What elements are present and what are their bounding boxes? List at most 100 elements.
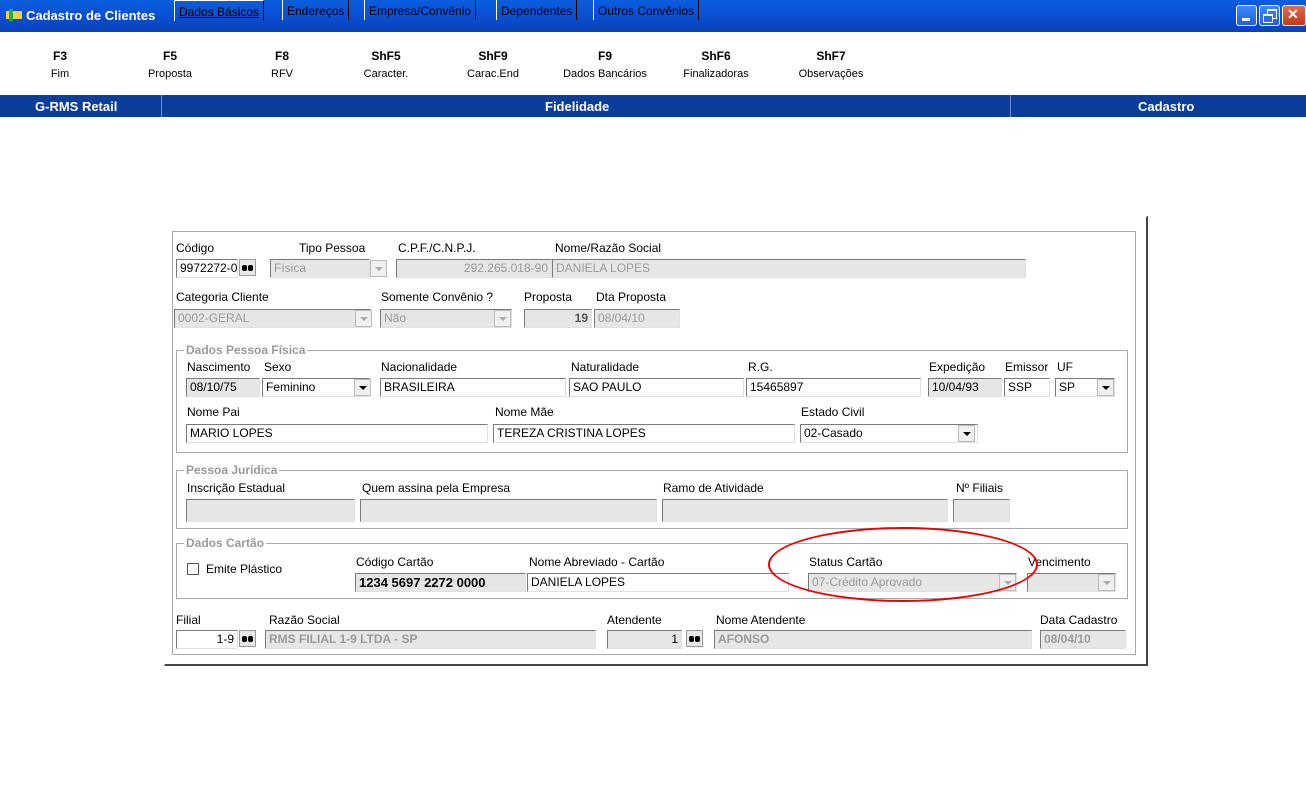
status-separator xyxy=(161,95,162,117)
naturalidade-field[interactable]: SAO PAULO xyxy=(569,378,744,397)
status-screen: Cadastro xyxy=(1138,99,1195,114)
codigo-cartao-label: Código Cartão xyxy=(356,555,434,569)
estado-civil-label: Estado Civil xyxy=(801,405,865,419)
fkey-label: RFV xyxy=(271,68,293,80)
proposta-field[interactable]: 19 xyxy=(524,309,592,328)
emissor-field[interactable]: SSP xyxy=(1004,378,1050,397)
close-button[interactable]: ✕ xyxy=(1282,5,1306,26)
fkey-label: Caracter. xyxy=(363,68,409,80)
binoculars-icon[interactable] xyxy=(686,630,703,647)
fkey-label: Fim xyxy=(50,68,70,80)
cpf-label: C.P.F./C.N.P.J. xyxy=(398,241,476,255)
convenio-select[interactable]: Não xyxy=(380,309,512,328)
nome-label: Nome/Razão Social xyxy=(555,241,662,255)
filiais-label: Nº Filiais xyxy=(956,481,1004,495)
chevron-down-icon[interactable] xyxy=(494,310,511,327)
filiais-field[interactable] xyxy=(953,499,1010,522)
binoculars-icon[interactable] xyxy=(239,630,256,647)
nascimento-field[interactable]: 08/10/75 xyxy=(186,378,260,397)
fkey-key: F3 xyxy=(52,49,67,63)
sexo-label: Sexo xyxy=(264,360,292,374)
status-app: G-RMS Retail xyxy=(35,99,118,114)
tab-outros-convenios[interactable]: Outros Convênios xyxy=(593,0,700,20)
inscricao-field[interactable] xyxy=(186,499,355,522)
chevron-down-icon[interactable] xyxy=(1098,574,1115,591)
filial-field[interactable]: 1-9 xyxy=(176,630,238,649)
chevron-down-icon[interactable] xyxy=(958,425,975,442)
tab-dados-basicos[interactable]: Dados Básicos xyxy=(174,0,265,21)
nome-abreviado-label: Nome Abreviado - Cartão xyxy=(529,555,665,569)
fkey-observacoes[interactable]: ShF7 Observações xyxy=(786,49,876,82)
codigo-label: Código xyxy=(176,241,215,255)
categoria-select[interactable]: 0002-GERAL xyxy=(174,309,371,328)
fkey-finalizadoras[interactable]: ShF6 Finalizadoras xyxy=(671,49,761,82)
tab-label: Outros Convênios xyxy=(598,4,695,18)
codigo-cartao-field[interactable]: 1234 5697 2272 0000 xyxy=(355,573,526,592)
atendente-label: Atendente xyxy=(607,613,662,627)
emite-plastico-label: Emite Plástico xyxy=(206,562,283,576)
highlight-circle xyxy=(768,527,1038,602)
dta-proposta-field[interactable]: 08/04/10 xyxy=(594,309,680,328)
tab-dependentes[interactable]: Dependentes xyxy=(496,0,578,20)
chevron-down-icon[interactable] xyxy=(354,379,371,396)
fkey-proposta[interactable]: F5 Proposta xyxy=(125,49,215,82)
nome-pai-field[interactable]: MARIO LOPES xyxy=(186,424,488,443)
fkey-caracter[interactable]: ShF5 Caracter. xyxy=(341,49,431,82)
tipo-pessoa-select[interactable]: Física xyxy=(270,259,370,278)
status-module: Fidelidade xyxy=(545,99,610,114)
restore-button[interactable] xyxy=(1259,5,1280,26)
categoria-label: Categoria Cliente xyxy=(176,290,269,304)
estado-civil-select[interactable]: 02-Casado xyxy=(800,424,978,443)
nome-field[interactable]: DANIELA LOPES xyxy=(552,259,1026,278)
quem-assina-field[interactable] xyxy=(360,499,657,522)
tab-label: Dados Básicos xyxy=(179,5,260,19)
app-icon xyxy=(6,9,22,21)
tab-label: Empresa/Convênio xyxy=(369,4,472,18)
nome-mae-field[interactable]: TEREZA CRISTINA LOPES xyxy=(493,424,795,443)
binoculars-icon[interactable] xyxy=(239,259,256,276)
fkey-key: ShF9 xyxy=(478,49,508,63)
emite-plastico-checkbox[interactable] xyxy=(187,563,199,575)
nome-abreviado-field[interactable]: DANIELA LOPES xyxy=(527,573,789,592)
nome-atendente-field[interactable]: AFONSO xyxy=(714,630,1032,649)
convenio-label: Somente Convênio ? xyxy=(381,290,494,304)
status-separator xyxy=(1010,95,1011,117)
nacionalidade-label: Nacionalidade xyxy=(381,360,458,374)
fkey-dados-bancarios[interactable]: F9 Dados Bancários xyxy=(560,49,650,82)
fkey-key: ShF7 xyxy=(816,49,846,63)
chevron-down-icon[interactable] xyxy=(355,310,372,327)
fkey-key: ShF6 xyxy=(701,49,731,63)
expedicao-label: Expedição xyxy=(929,360,986,374)
atendente-field[interactable]: 1 xyxy=(607,630,682,649)
filial-label: Filial xyxy=(176,613,201,627)
tab-empresa-convenio[interactable]: Empresa/Convênio xyxy=(364,0,477,20)
minimize-button[interactable] xyxy=(1236,5,1257,26)
data-cadastro-field[interactable]: 08/04/10 xyxy=(1040,630,1126,649)
close-icon: ✕ xyxy=(1287,6,1299,22)
expedicao-field[interactable]: 10/04/93 xyxy=(928,378,1002,397)
chevron-down-icon[interactable] xyxy=(1097,379,1114,396)
quem-assina-label: Quem assina pela Empresa xyxy=(362,481,511,495)
dados-cartao-title: Dados Cartão xyxy=(184,536,267,550)
fkey-fim[interactable]: F3 Fim xyxy=(15,49,105,82)
fkey-rfv[interactable]: F8 RFV xyxy=(237,49,327,82)
ramo-label: Ramo de Atividade xyxy=(663,481,764,495)
codigo-field[interactable]: 9972272-0 xyxy=(176,259,238,278)
nome-mae-label: Nome Mãe xyxy=(495,405,554,419)
fkey-label: Carac.End xyxy=(467,68,519,80)
fkey-label: Observações xyxy=(798,68,864,80)
naturalidade-label: Naturalidade xyxy=(571,360,640,374)
ramo-field[interactable] xyxy=(662,499,948,522)
rg-field[interactable]: 15465897 xyxy=(746,378,921,397)
tipo-pessoa-label: Tipo Pessoa xyxy=(299,241,366,255)
chevron-down-icon[interactable] xyxy=(370,260,387,277)
uf-label: UF xyxy=(1057,360,1073,374)
rg-label: R.G. xyxy=(748,360,773,374)
razao-social-field[interactable]: RMS FILIAL 1-9 LTDA - SP xyxy=(265,630,596,649)
cpf-field[interactable]: 292.265.018-90 xyxy=(396,259,552,278)
fkey-key: F9 xyxy=(597,49,612,63)
window-title: Cadastro de Clientes xyxy=(26,8,156,23)
nacionalidade-field[interactable]: BRASILEIRA xyxy=(380,378,566,397)
tab-enderecos[interactable]: Endereços xyxy=(282,0,350,20)
fkey-carac-end[interactable]: ShF9 Carac.End xyxy=(448,49,538,82)
